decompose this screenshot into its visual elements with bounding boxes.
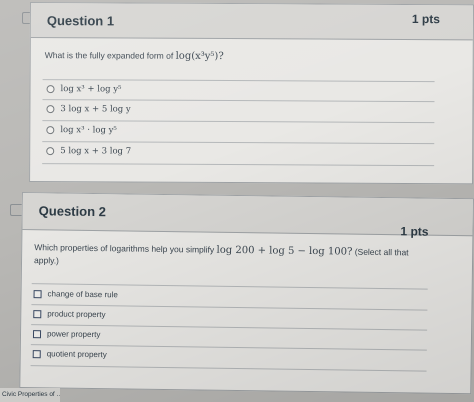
checkbox[interactable] <box>33 289 42 298</box>
divider <box>31 283 428 290</box>
question-2-card: Question 2 1 pts Which properties of log… <box>19 192 474 395</box>
checkbox[interactable] <box>33 309 42 318</box>
question-2-option-2[interactable]: product property <box>33 309 106 320</box>
question-2-prompt-after: (Select all that <box>354 246 409 258</box>
question-2-prompt-text: Which properties of logarithms help you … <box>34 242 215 255</box>
question-1-card: Question 1 1 pts What is the fully expan… <box>29 2 474 185</box>
radio-button[interactable] <box>46 147 55 156</box>
question-1-option-3[interactable]: log x³ · log y⁵ <box>46 125 117 135</box>
checkbox[interactable] <box>32 329 42 338</box>
divider <box>42 141 435 145</box>
question-2-option-4[interactable]: quotient property <box>32 349 107 360</box>
option-label: change of base rule <box>47 289 118 300</box>
question-2-title: Question 2 <box>38 203 107 220</box>
option-label: power property <box>46 329 101 340</box>
divider <box>30 365 427 372</box>
option-label: log x³ · log y⁵ <box>60 125 117 136</box>
question-1-option-4[interactable]: 5 log x + 3 log 7 <box>46 146 132 157</box>
option-label: 3 log x + 5 log y <box>60 104 131 115</box>
question-1-option-1[interactable]: log x³ + log y⁵ <box>46 84 122 95</box>
divider <box>42 120 435 124</box>
checkbox[interactable] <box>32 349 41 358</box>
question-1-prompt: What is the fully expanded form of log(x… <box>45 49 445 64</box>
question-2-option-1[interactable]: change of base rule <box>33 289 118 300</box>
question-2-points: 1 pts <box>400 224 429 239</box>
divider <box>42 99 435 103</box>
question-2-prompt: Which properties of logarithms help you … <box>34 241 444 273</box>
option-label: quotient property <box>46 349 107 360</box>
divider <box>42 163 435 167</box>
question-2-option-3[interactable]: power property <box>32 329 101 340</box>
question-1-prompt-math: log(x³y⁵)? <box>175 50 224 63</box>
option-label: 5 log x + 3 log 7 <box>60 146 132 157</box>
question-1-option-2[interactable]: 3 log x + 5 log y <box>46 104 131 115</box>
divider <box>42 79 435 83</box>
question-1-title: Question 1 <box>46 13 115 29</box>
radio-button[interactable] <box>46 126 55 135</box>
option-label: log x³ + log y⁵ <box>60 84 122 95</box>
question-1-prompt-text: What is the fully expanded form of <box>44 50 174 61</box>
question-2-prompt-line-2: apply.) <box>33 255 60 266</box>
taskbar-tab[interactable]: Civic Properties of ... <box>0 388 60 402</box>
option-label: product property <box>47 309 106 320</box>
question-1-points: 1 pts <box>411 12 440 27</box>
radio-button[interactable] <box>46 105 55 114</box>
radio-button[interactable] <box>46 85 55 94</box>
question-2-prompt-math: log 200 + log 5 − log 100? <box>216 244 353 258</box>
